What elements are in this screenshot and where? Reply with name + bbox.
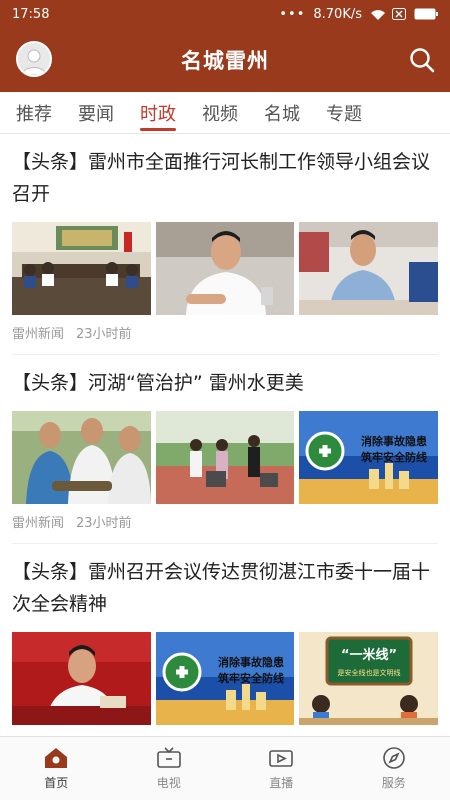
inspection-photo[interactable] [12,411,151,504]
safety-poster[interactable]: 消除事故隐患 筑牢安全防线 [299,411,439,504]
safety-poster[interactable]: 消除事故隐患 筑牢安全防线 [155,632,295,725]
home-icon [45,748,68,768]
one-meter-line-poster[interactable]: “一米线” 是安全线也是文明线 [299,632,439,725]
official-photo[interactable] [155,222,295,315]
avatar[interactable] [16,41,52,77]
network-speed: 8.70K/s [313,6,362,22]
search-icon [410,48,435,73]
bottom-nav: 首页 电视 直播 服务 [0,736,450,800]
news-thumbnails: 消除事故隐患 筑牢安全防线 “一米线” 是安全线也是文明线 [12,632,439,725]
status-time: 17:58 [12,6,50,22]
news-title[interactable]: 【头条】雷州市全面推行河长制工作领导小组会议召开 [12,146,438,210]
news-time: 23小时前 [76,516,132,531]
wifi-icon [370,9,385,20]
news-feed[interactable]: 【头条】雷州市全面推行河长制工作领导小组会议召开 雷州新闻 23小时前 【头条】… [0,134,450,736]
tab-recommend[interactable]: 推荐 [16,92,52,134]
news-thumbnails: 消除事故隐患 筑牢安全防线 [12,411,439,504]
news-thumbnails [12,222,439,315]
nav-live[interactable]: 直播 [225,737,338,800]
board-title: “一米线” [341,647,397,663]
status-dots: ••• [279,6,306,22]
nav-tv[interactable]: 电视 [113,737,226,800]
family-walk-photo[interactable] [155,411,295,504]
news-source: 雷州新闻 [12,327,65,342]
news-title[interactable]: 【头条】河湖“管治护” 雷州水更美 [12,367,438,399]
news-time: 23小时前 [76,327,132,342]
news-item[interactable]: 【头条】河湖“管治护” 雷州水更美 消除事故隐患 筑牢安全防线 雷州新闻 23小… [0,355,450,531]
speaker-photo[interactable] [299,222,439,315]
news-item[interactable]: 【头条】雷州市全面推行河长制工作领导小组会议召开 雷州新闻 23小时前 [0,134,450,342]
news-meta: 雷州新闻 23小时前 [12,512,438,531]
tab-video[interactable]: 视频 [202,92,238,134]
poster-text: 消除事故隐患 [218,655,284,669]
nav-services[interactable]: 服务 [338,737,450,800]
nav-label: 电视 [156,776,181,790]
tab-topics[interactable]: 专题 [326,92,362,134]
news-title[interactable]: 【头条】雷州召开会议传达贯彻湛江市委十一届十次全会精神 [12,556,438,620]
tab-headlines[interactable]: 要闻 [78,92,114,134]
status-indicators: ••• 8.70K/s [279,7,438,22]
user-icon [18,43,50,75]
status-bar: 17:58 ••• 8.70K/s [0,0,450,28]
compass-icon [382,747,405,769]
category-tabs: 推荐 要闻 时政 视频 名城 专题 [0,92,450,134]
nav-label: 首页 [44,776,69,790]
poster-text: 筑牢安全防线 [218,671,284,685]
app-header: 名城雷州 [0,28,450,92]
board-subtitle: 是安全线也是文明线 [338,668,401,677]
search-button[interactable] [408,46,436,74]
notification-icon [392,8,406,20]
conference-photo[interactable] [12,632,151,725]
news-source: 雷州新闻 [12,516,65,531]
poster-text: 消除事故隐患 [361,434,427,448]
news-meta: 雷州新闻 23小时前 [12,323,438,342]
tv-icon [156,747,181,768]
nav-label: 服务 [381,776,406,790]
app-title: 名城雷州 [181,49,269,73]
meeting-photo[interactable] [12,222,151,315]
tab-famous-city[interactable]: 名城 [264,92,300,134]
nav-home[interactable]: 首页 [0,737,113,800]
live-video-icon [269,750,294,767]
tab-politics[interactable]: 时政 [140,92,176,134]
poster-text: 筑牢安全防线 [361,450,427,464]
battery-icon [414,8,438,20]
nav-label: 直播 [269,776,294,790]
news-item[interactable]: 【头条】雷州召开会议传达贯彻湛江市委十一届十次全会精神 消除事故隐患 筑牢安全防… [0,544,450,725]
